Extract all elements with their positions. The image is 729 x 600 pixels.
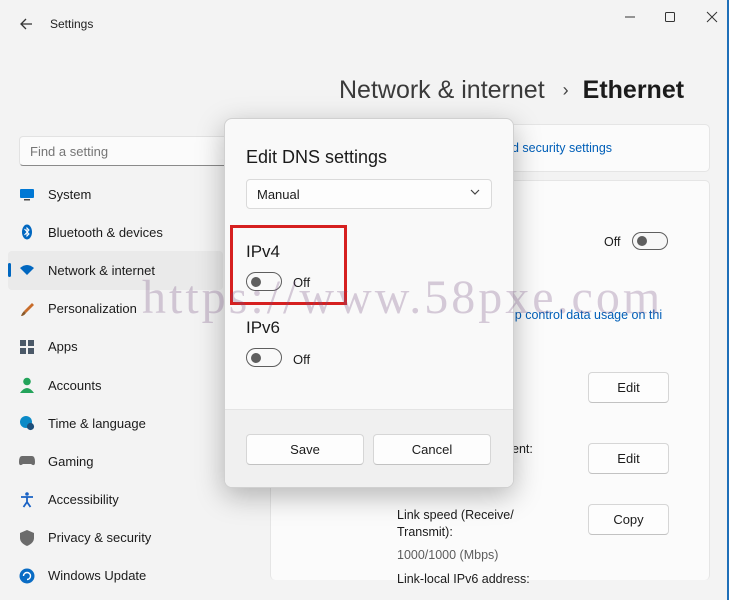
sidebar-item-label: Apps — [48, 339, 78, 355]
link-speed-value: 1000/1000 (Mbps) — [397, 548, 499, 562]
save-button[interactable]: Save — [246, 434, 364, 465]
data-usage-link[interactable]: lp control data usage on thi — [512, 308, 662, 322]
sidebar-item-label: Accessibility — [48, 492, 119, 508]
edit-ip-button[interactable]: Edit — [588, 372, 669, 403]
sidebar-item-personalization[interactable]: Personalization — [8, 290, 223, 328]
dns-mode-dropdown[interactable]: Manual — [246, 179, 492, 209]
cancel-button[interactable]: Cancel — [373, 434, 491, 465]
back-arrow-icon[interactable] — [14, 12, 38, 36]
breadcrumb: Network & internet › Ethernet — [339, 76, 684, 105]
link-speed-label: Link speed (Receive/ — [397, 508, 514, 522]
sidebar-item-label: Personalization — [48, 301, 137, 317]
metered-connection-state: Off — [604, 235, 621, 249]
sidebar-item-time-language[interactable]: Time & language — [8, 404, 223, 442]
sidebar-item-label: Privacy & security — [48, 530, 152, 546]
sidebar-item-label: Windows Update — [48, 568, 147, 584]
monitor-icon — [18, 185, 36, 203]
breadcrumb-separator: › — [562, 80, 569, 100]
security-settings-link[interactable]: d security settings — [512, 141, 612, 155]
sidebar-item-label: Time & language — [48, 415, 146, 431]
maximize-button[interactable] — [650, 6, 690, 28]
sidebar-item-windows-update[interactable]: Windows Update — [8, 557, 223, 595]
sidebar-item-gaming[interactable]: Gaming — [8, 442, 223, 480]
breadcrumb-parent[interactable]: Network & internet — [339, 76, 545, 105]
sidebar-item-accounts[interactable]: Accounts — [8, 366, 223, 404]
sidebar-item-label: Bluetooth & devices — [48, 224, 163, 240]
app-title: Settings — [50, 17, 94, 31]
close-button[interactable] — [692, 6, 727, 28]
wifi-icon — [18, 261, 36, 279]
globe-clock-icon — [18, 414, 36, 432]
gamepad-icon — [18, 452, 36, 470]
sidebar-item-bluetooth[interactable]: Bluetooth & devices — [8, 213, 223, 251]
brush-icon — [18, 300, 36, 318]
sidebar-item-system[interactable]: System — [8, 175, 223, 213]
settings-window: Settings Network & internet › Ethernet S… — [0, 0, 727, 600]
ipv6-toggle[interactable] — [246, 348, 282, 367]
ipv6-heading: IPv6 — [246, 318, 281, 337]
link-speed-label-line2: Transmit): — [397, 525, 453, 539]
sidebar-nav: System Bluetooth & devices Network & int… — [8, 175, 223, 595]
ipv6-address-label: Link-local IPv6 address: — [397, 572, 530, 586]
update-icon — [18, 567, 36, 585]
sidebar-item-privacy[interactable]: Privacy & security — [8, 519, 223, 557]
copy-button[interactable]: Copy — [588, 504, 669, 535]
sidebar-item-label: System — [48, 186, 92, 202]
dns-mode-value: Manual — [257, 186, 300, 202]
sidebar-item-label: Network & internet — [48, 262, 155, 278]
ipv4-highlight-annotation — [230, 225, 347, 305]
sidebar-item-apps[interactable]: Apps — [8, 328, 223, 366]
person-icon — [18, 376, 36, 394]
accessibility-icon — [18, 491, 36, 509]
sidebar-item-label: Accounts — [48, 377, 102, 393]
shield-icon — [18, 529, 36, 547]
apps-icon — [18, 338, 36, 356]
page-title: Ethernet — [582, 76, 685, 104]
minimize-button[interactable] — [610, 6, 650, 28]
dialog-footer: Save Cancel — [225, 409, 513, 487]
metered-connection-toggle[interactable] — [632, 232, 668, 250]
dialog-title: Edit DNS settings — [246, 147, 388, 167]
sidebar-item-accessibility[interactable]: Accessibility — [8, 481, 223, 519]
sidebar-item-label: Gaming — [48, 453, 94, 469]
ipv6-toggle-state: Off — [293, 352, 311, 367]
edit-dns-button[interactable]: Edit — [588, 443, 669, 474]
chevron-down-icon — [469, 186, 481, 201]
dns-assignment-label: ent: — [512, 442, 533, 456]
sidebar-item-network[interactable]: Network & internet — [8, 251, 223, 290]
bluetooth-icon — [18, 223, 36, 241]
title-bar: Settings — [0, 0, 727, 48]
